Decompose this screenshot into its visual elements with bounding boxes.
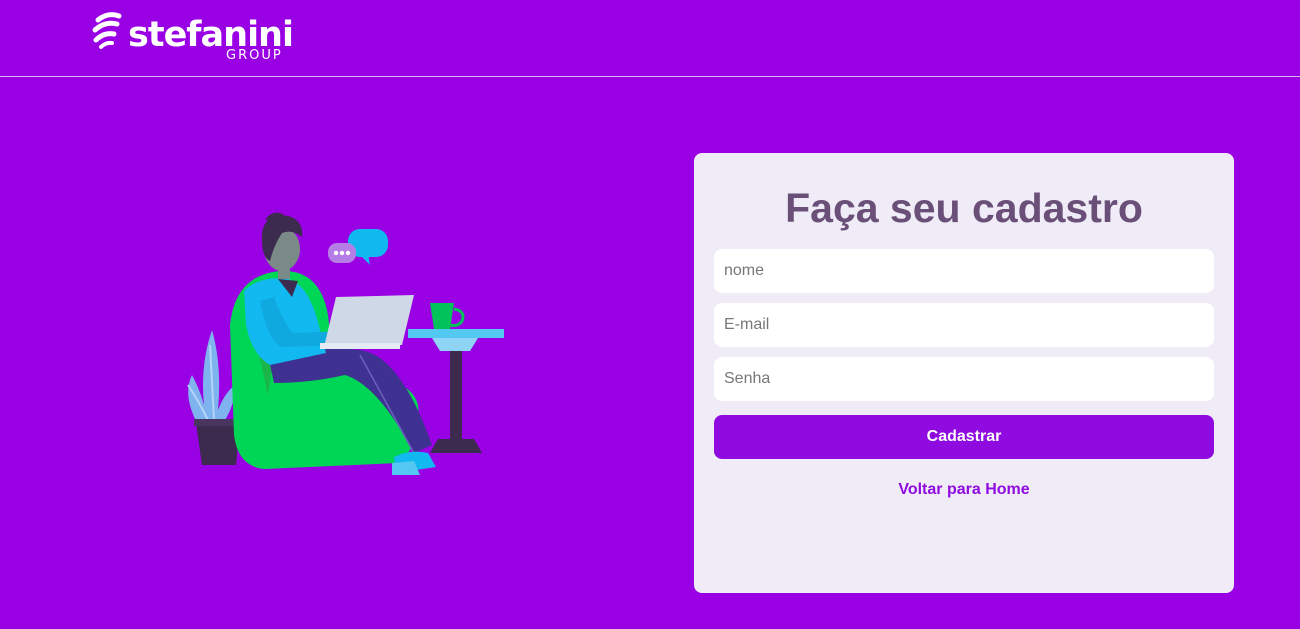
top-header: stefanini GROUP <box>0 0 1300 77</box>
chat-bubbles-icon <box>328 229 388 265</box>
stefanini-logo[interactable]: stefanini GROUP <box>92 12 302 67</box>
laptop-icon <box>320 295 414 349</box>
person-with-laptop-illustration <box>187 212 504 475</box>
email-input[interactable] <box>714 303 1214 347</box>
password-input[interactable] <box>714 357 1214 401</box>
logo-subtitle: GROUP <box>226 48 283 63</box>
signup-title: Faça seu cadastro <box>785 185 1143 231</box>
signup-card: Faça seu cadastro Cadastrar Voltar para … <box>694 153 1234 593</box>
cadastrar-button[interactable]: Cadastrar <box>714 415 1214 459</box>
name-input[interactable] <box>714 249 1214 293</box>
logo-mark-icon <box>92 12 122 49</box>
back-to-home-link[interactable]: Voltar para Home <box>694 481 1234 499</box>
